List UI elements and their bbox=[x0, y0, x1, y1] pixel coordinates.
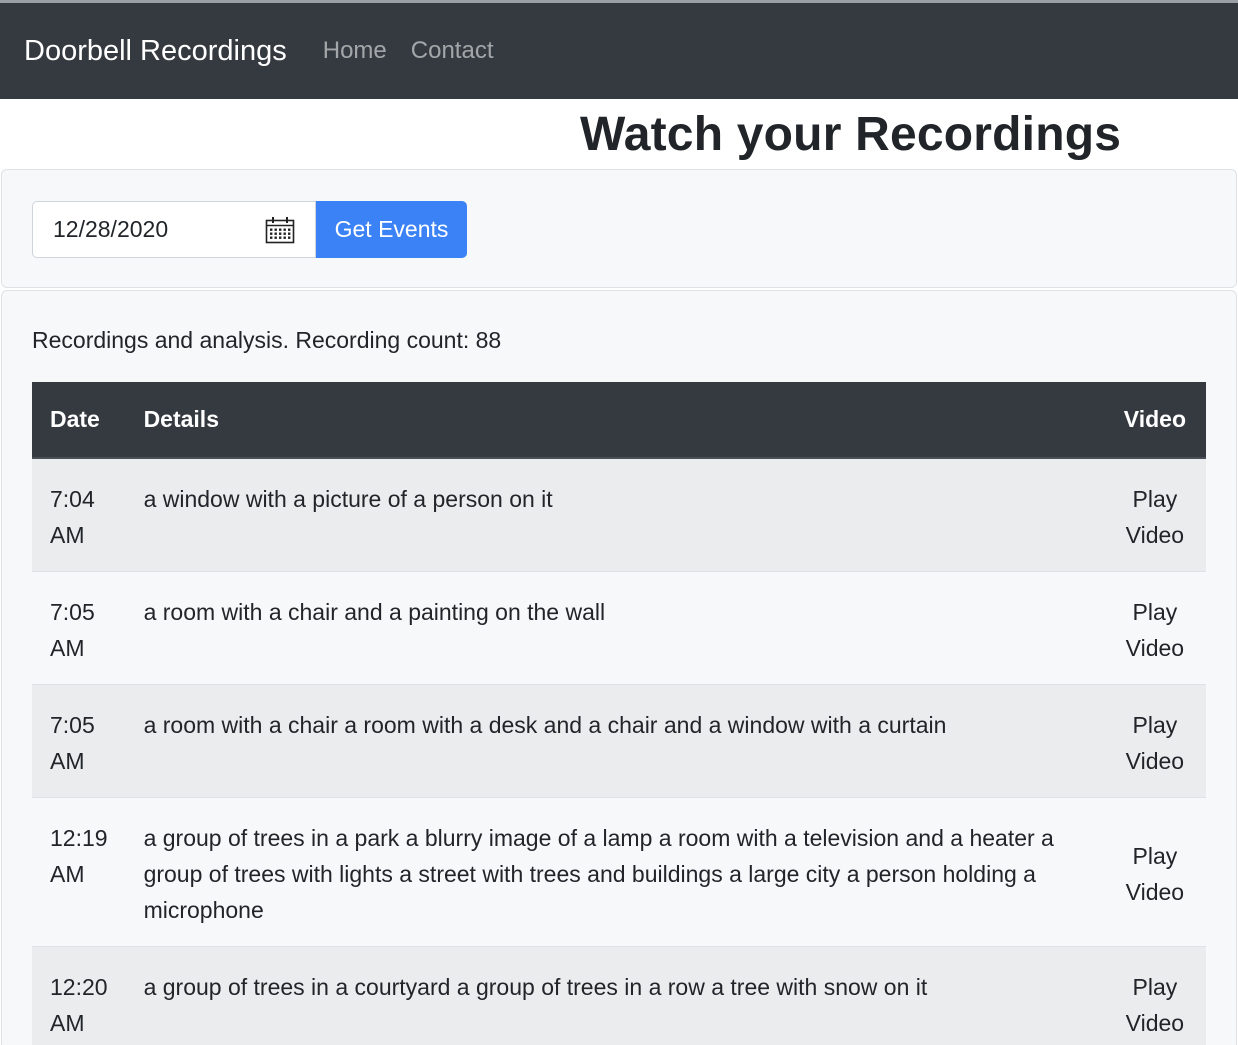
date-input-value: 12/28/2020 bbox=[53, 216, 169, 242]
play-video-link[interactable]: Play Video bbox=[1105, 797, 1206, 947]
play-video-link[interactable]: Play Video bbox=[1105, 457, 1206, 572]
nav-link-contact[interactable]: Contact bbox=[411, 37, 494, 65]
column-header-date: Date bbox=[32, 382, 126, 459]
row-details: a group of trees in a courtyard a group … bbox=[125, 946, 1106, 1045]
calendar-icon[interactable] bbox=[265, 216, 295, 244]
row-details: a room with a chair and a painting on th… bbox=[125, 571, 1106, 685]
row-time: 7:05 AM bbox=[32, 684, 126, 798]
results-card: Recordings and analysis. Recording count… bbox=[1, 290, 1237, 1045]
row-time: 7:04 AM bbox=[32, 457, 126, 572]
play-video-link[interactable]: Play Video bbox=[1105, 684, 1206, 798]
nav-link-home[interactable]: Home bbox=[323, 37, 387, 65]
column-header-details: Details bbox=[125, 382, 1106, 459]
row-details: a group of trees in a park a blurry imag… bbox=[125, 797, 1106, 947]
get-events-button[interactable]: Get Events bbox=[316, 201, 467, 258]
table-row: 12:20 AM a group of trees in a courtyard… bbox=[32, 946, 1206, 1045]
recordings-table: Date Details Video 7:04 AM a window with… bbox=[32, 382, 1206, 1045]
table-row: 7:05 AM a room with a chair a room with … bbox=[32, 684, 1206, 798]
table-row: 7:05 AM a room with a chair and a painti… bbox=[32, 571, 1206, 685]
table-row: 7:04 AM a window with a picture of a per… bbox=[32, 457, 1206, 572]
play-video-link[interactable]: Play Video bbox=[1105, 946, 1206, 1045]
row-details: a room with a chair a room with a desk a… bbox=[125, 684, 1106, 798]
row-time: 12:20 AM bbox=[32, 946, 126, 1045]
play-video-link[interactable]: Play Video bbox=[1105, 571, 1206, 685]
row-details: a window with a picture of a person on i… bbox=[125, 457, 1106, 572]
navbar-brand[interactable]: Doorbell Recordings bbox=[24, 35, 287, 68]
date-input[interactable]: 12/28/2020 bbox=[32, 201, 316, 258]
navbar: Doorbell Recordings Home Contact bbox=[0, 3, 1238, 99]
table-row: 12:19 AM a group of trees in a park a bl… bbox=[32, 797, 1206, 947]
row-time: 12:19 AM bbox=[32, 797, 126, 947]
row-time: 7:05 AM bbox=[32, 571, 126, 685]
column-header-video: Video bbox=[1105, 382, 1206, 459]
table-header-row: Date Details Video bbox=[32, 382, 1206, 459]
filter-card: 12/28/2020 Get Events bbox=[1, 169, 1237, 288]
page-title: Watch your Recordings bbox=[580, 107, 1122, 161]
recording-count-text: Recordings and analysis. Recording count… bbox=[32, 327, 502, 353]
